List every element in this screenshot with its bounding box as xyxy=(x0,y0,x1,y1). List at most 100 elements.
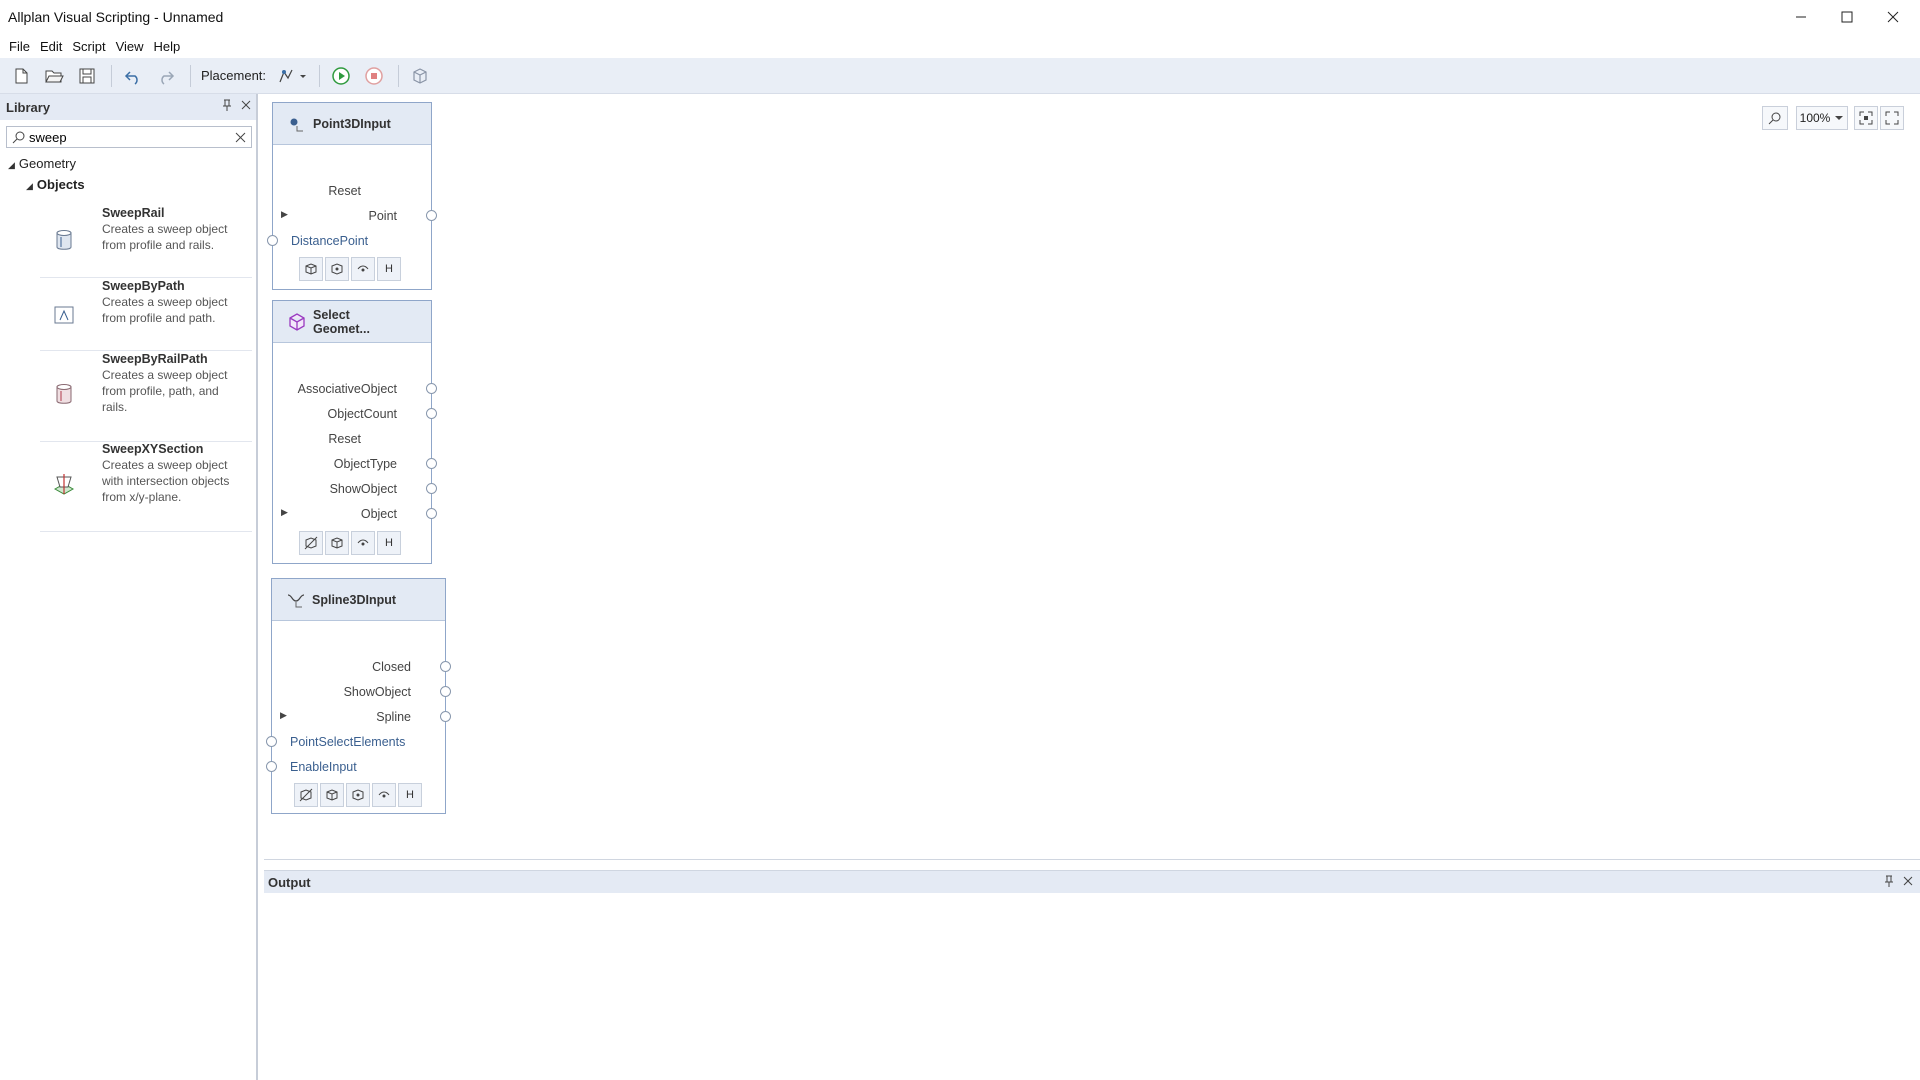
maximize-button[interactable] xyxy=(1824,0,1870,34)
no-preview-icon[interactable] xyxy=(294,783,318,807)
output-port-dot[interactable] xyxy=(440,686,451,697)
library-item-sweepbypath[interactable]: SweepByPath Creates a sweep object from … xyxy=(40,279,252,351)
library-item-sweepbyrailpath[interactable]: SweepByRailPath Creates a sweep object f… xyxy=(40,352,252,442)
port-label: Reset xyxy=(328,184,361,198)
library-search-box[interactable] xyxy=(6,126,252,148)
node-select-geometry[interactable]: Select Geomet... AssociativeObject Objec… xyxy=(272,300,437,564)
menu-edit[interactable]: Edit xyxy=(35,37,67,56)
node-port-spline[interactable]: ▶ Spline xyxy=(272,705,451,729)
node-port-point[interactable]: ▶ Point xyxy=(273,204,437,228)
fullscreen-button[interactable] xyxy=(1880,106,1904,130)
expand-triangle-icon[interactable]: ▶ xyxy=(281,507,288,518)
clear-search-icon[interactable] xyxy=(235,132,246,143)
output-port-dot[interactable] xyxy=(426,210,437,221)
node-port-objectcount[interactable]: ObjectCount xyxy=(273,402,437,426)
undo-icon xyxy=(124,70,138,85)
output-port-dot[interactable] xyxy=(440,711,451,722)
node-footer-toolbar: H xyxy=(299,529,401,557)
no-preview-icon[interactable] xyxy=(299,531,323,555)
library-item-name: SweepRail xyxy=(102,206,165,220)
input-port-dot[interactable] xyxy=(266,736,277,747)
cube-icon[interactable] xyxy=(320,783,344,807)
node-port-enableinput[interactable]: EnableInput xyxy=(266,755,445,779)
node-port-reset[interactable]: Reset xyxy=(273,427,431,451)
close-panel-icon[interactable] xyxy=(1902,874,1914,891)
input-port-dot[interactable] xyxy=(266,761,277,772)
save-icon xyxy=(79,68,95,83)
node-point3dinput[interactable]: Point3DInput Reset ▶ Point DistancePoint… xyxy=(267,102,437,290)
library-item-sweepxysection[interactable]: SweepXYSection Creates a sweep object wi… xyxy=(40,442,252,532)
menu-view[interactable]: View xyxy=(111,37,149,56)
redo-button[interactable] xyxy=(151,61,181,91)
stop-script-button[interactable] xyxy=(359,61,389,91)
save-button[interactable] xyxy=(72,61,102,91)
output-port-dot[interactable] xyxy=(426,483,437,494)
port-label: EnableInput xyxy=(290,760,357,774)
undo-button[interactable] xyxy=(118,61,148,91)
port-label: Spline xyxy=(376,710,411,724)
cube-multi-icon[interactable] xyxy=(325,257,349,281)
help-h-button[interactable]: H xyxy=(398,783,422,807)
redo-icon xyxy=(161,70,175,85)
node-port-distancepoint[interactable]: DistancePoint xyxy=(267,229,431,253)
node-port-showobject[interactable]: ShowObject xyxy=(273,477,437,501)
magnifier-icon xyxy=(1768,112,1781,125)
cube-icon[interactable] xyxy=(325,531,349,555)
output-port-dot[interactable] xyxy=(426,458,437,469)
output-port-dot[interactable] xyxy=(426,508,437,519)
node-header[interactable]: Point3DInput xyxy=(273,103,431,145)
node-footer-toolbar: H xyxy=(299,255,401,283)
node-port-closed[interactable]: Closed xyxy=(272,655,451,679)
output-port-dot[interactable] xyxy=(426,383,437,394)
expand-triangle-icon[interactable]: ▶ xyxy=(281,209,288,220)
node-port-pointselectelements[interactable]: PointSelectElements xyxy=(266,730,445,754)
fit-to-view-button[interactable] xyxy=(1854,106,1878,130)
pin-icon[interactable] xyxy=(222,98,232,115)
close-window-button[interactable] xyxy=(1870,0,1916,34)
visibility-icon[interactable] xyxy=(372,783,396,807)
visibility-icon[interactable] xyxy=(351,257,375,281)
output-port-dot[interactable] xyxy=(440,661,451,672)
output-title: Output xyxy=(268,874,311,890)
tree-category-geometry[interactable]: ◢ Geometry xyxy=(8,156,76,171)
output-port-dot[interactable] xyxy=(426,408,437,419)
port-label: DistancePoint xyxy=(291,234,369,248)
close-panel-icon[interactable] xyxy=(240,98,252,115)
minimize-button[interactable] xyxy=(1778,0,1824,34)
tree-subcategory-objects[interactable]: ◢ Objects xyxy=(26,177,85,192)
cube-icon[interactable] xyxy=(299,257,323,281)
node-header[interactable]: Spline3DInput xyxy=(272,579,445,621)
collapse-triangle-icon: ◢ xyxy=(8,160,15,170)
open-file-button[interactable] xyxy=(39,61,69,91)
library-search-input[interactable] xyxy=(29,128,219,146)
close-icon xyxy=(1887,11,1899,23)
node-port-reset[interactable]: Reset xyxy=(273,179,431,203)
node-header[interactable]: Select Geomet... xyxy=(273,301,431,343)
node-port-objecttype[interactable]: ObjectType xyxy=(273,452,437,476)
tree-subcategory-label: Objects xyxy=(36,177,85,192)
visibility-icon[interactable] xyxy=(351,531,375,555)
node-port-showobject[interactable]: ShowObject xyxy=(272,680,451,704)
help-h-button[interactable]: H xyxy=(377,531,401,555)
node-port-object[interactable]: ▶ Object xyxy=(273,502,437,526)
script-canvas[interactable]: 100% Point3DInput Reset ▶ Point Distance… xyxy=(264,94,1920,860)
export-object-button[interactable] xyxy=(405,61,435,91)
menu-file[interactable]: File xyxy=(4,37,35,56)
menu-script[interactable]: Script xyxy=(67,37,110,56)
run-script-button[interactable] xyxy=(326,61,356,91)
menu-help[interactable]: Help xyxy=(149,37,186,56)
zoom-search-button[interactable] xyxy=(1762,106,1788,130)
new-file-button[interactable] xyxy=(6,61,36,91)
help-h-button[interactable]: H xyxy=(377,257,401,281)
expand-triangle-icon[interactable]: ▶ xyxy=(280,710,287,721)
cube-multi-icon[interactable] xyxy=(346,783,370,807)
placement-dropdown[interactable] xyxy=(272,61,310,91)
toolbar: Placement: xyxy=(0,58,1920,94)
library-item-sweeprail[interactable]: SweepRail Creates a sweep object from pr… xyxy=(40,206,252,278)
node-port-associativeobject[interactable]: AssociativeObject xyxy=(273,377,437,401)
input-port-dot[interactable] xyxy=(267,235,278,246)
node-spline3dinput[interactable]: Spline3DInput Closed ShowObject ▶ Spline… xyxy=(266,578,451,814)
output-header: Output xyxy=(264,871,1920,893)
zoom-level-dropdown[interactable]: 100% xyxy=(1796,106,1848,130)
pin-icon[interactable] xyxy=(1884,874,1894,891)
